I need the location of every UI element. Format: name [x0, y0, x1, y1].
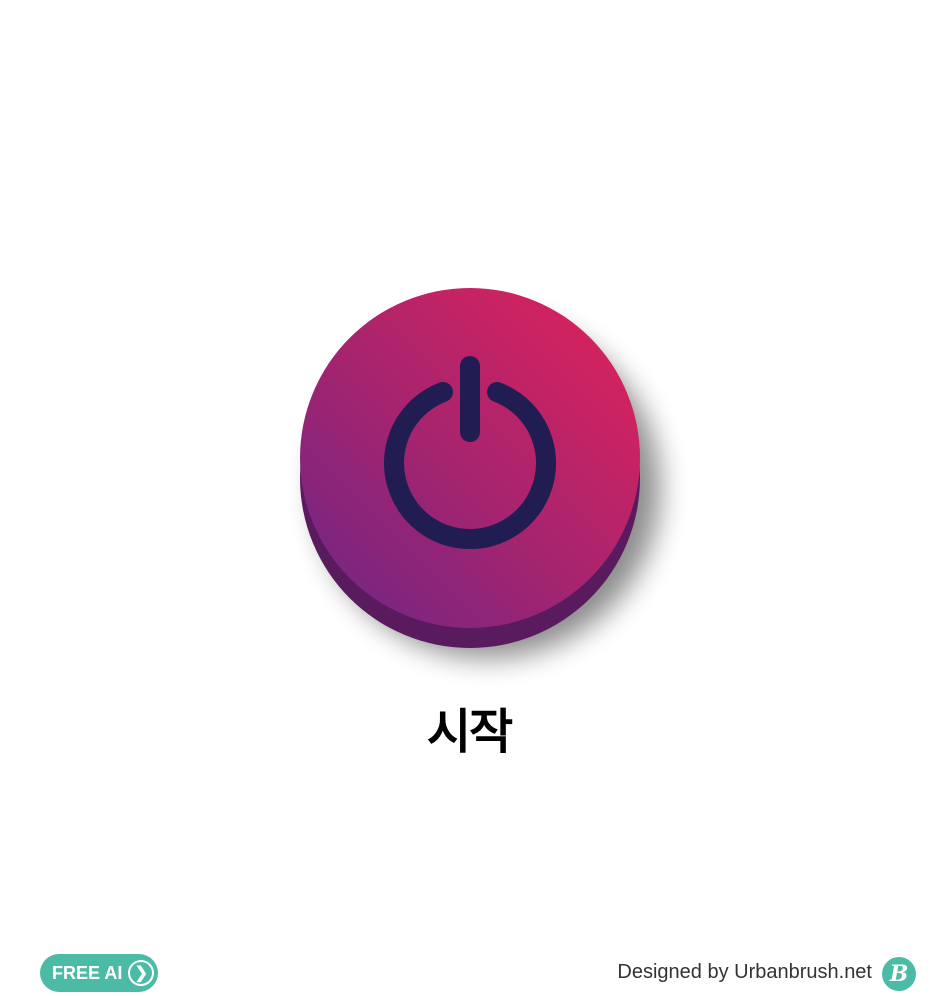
start-label: 시작	[426, 704, 513, 760]
credit-text: Designed by Urbanbrush.net	[617, 961, 872, 983]
free-ai-badge[interactable]: FREE AI ❯	[40, 954, 158, 992]
power-button[interactable]	[0, 0, 938, 700]
free-ai-label: FREE AI	[52, 962, 123, 983]
button-face	[300, 288, 640, 628]
urbanbrush-logo: B	[882, 957, 916, 991]
chevron-right-icon: ❯	[128, 960, 155, 986]
